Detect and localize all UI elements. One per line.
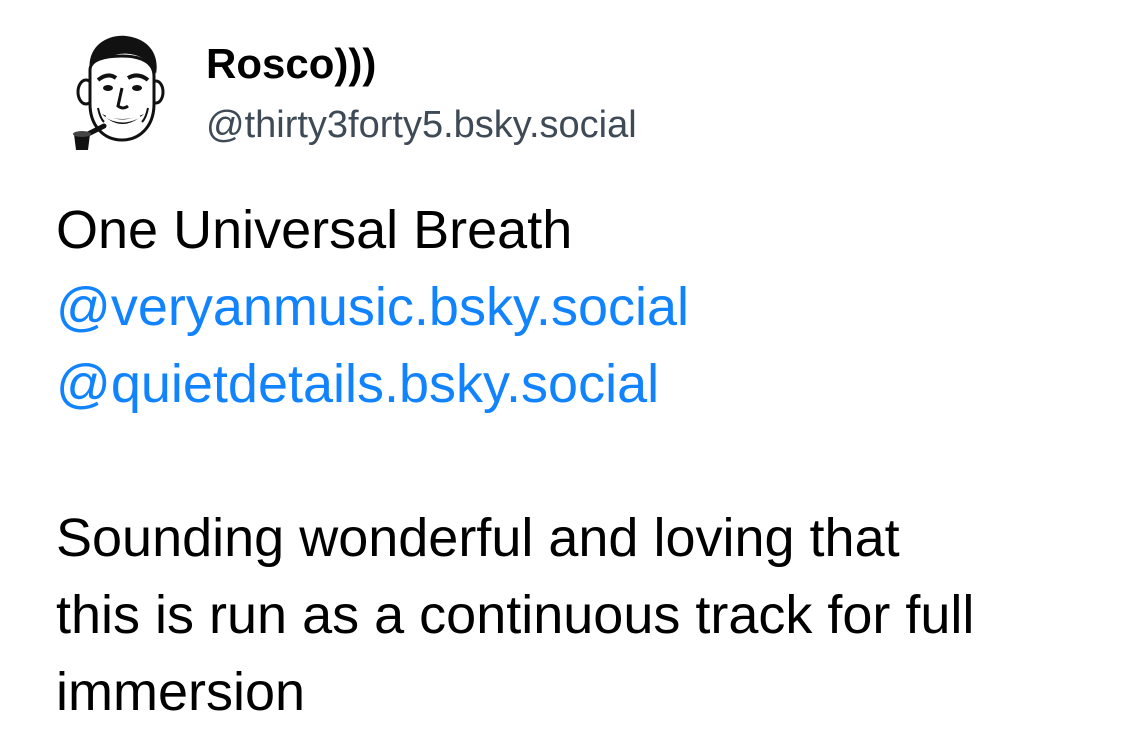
post-text-line: this is run as a continuous track for fu… <box>56 585 975 645</box>
author-handle[interactable]: @thirty3forty5.bsky.social <box>206 100 637 150</box>
post-text-line: Sounding wonderful and loving that <box>56 508 900 568</box>
post-title-line: One Universal Breath <box>56 200 573 260</box>
avatar[interactable] <box>68 30 172 154</box>
mention-link-veryanmusic[interactable]: @veryanmusic.bsky.social <box>56 269 1096 346</box>
paragraph-break <box>56 423 1096 500</box>
author-display-name[interactable]: Rosco))) <box>206 38 376 90</box>
post-card: Rosco))) @thirty3forty5.bsky.social One … <box>0 0 1125 738</box>
post-body: One Universal Breath @veryanmusic.bsky.s… <box>56 192 1096 731</box>
mention-link-quietdetails[interactable]: @quietdetails.bsky.social <box>56 346 1096 423</box>
post-text-line: immersion <box>56 662 306 722</box>
retro-man-with-pipe-avatar-icon <box>73 35 165 150</box>
